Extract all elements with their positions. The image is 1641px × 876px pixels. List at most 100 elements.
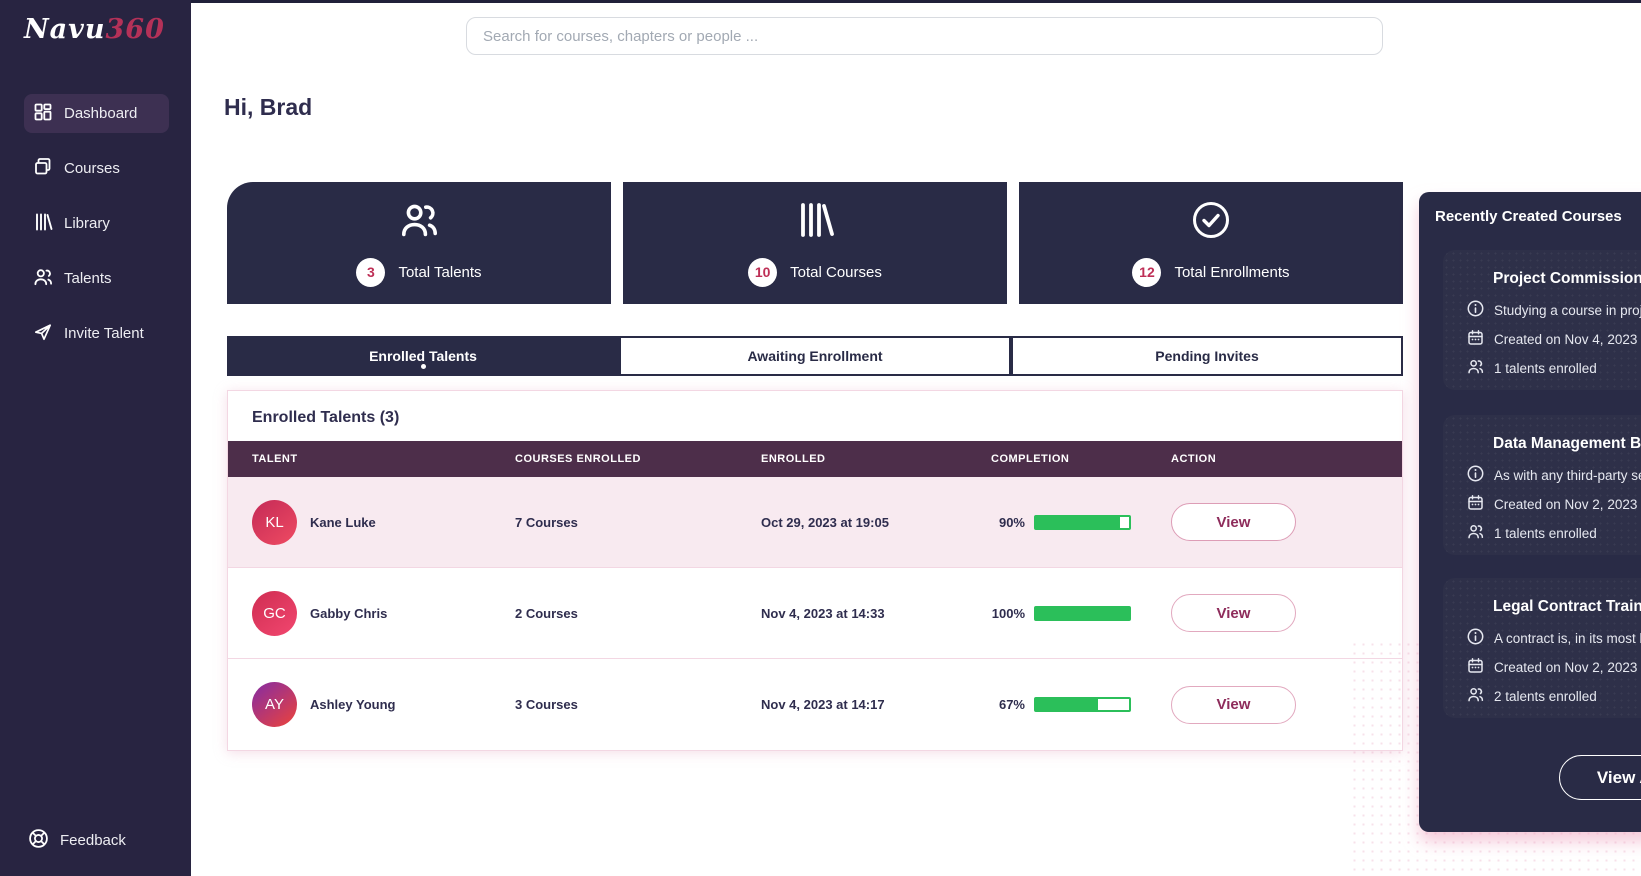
- avatar: AY: [252, 682, 297, 727]
- people-icon: [1467, 686, 1484, 706]
- progress-bar: [1034, 515, 1131, 530]
- feedback-label: Feedback: [60, 832, 126, 849]
- sidebar-item-invite-talent[interactable]: Invite Talent: [24, 314, 169, 353]
- completion-percent: 100%: [991, 606, 1025, 621]
- stat-card-total-talents: 3 Total Talents: [227, 182, 611, 304]
- course-card[interactable]: Project Commissioning Studying a course …: [1443, 250, 1641, 390]
- table-row: AY Ashley Young 3 Courses Nov 4, 2023 at…: [228, 659, 1402, 750]
- sidebar-item-label: Dashboard: [64, 105, 137, 122]
- enrolled-date-cell: Nov 4, 2023 at 14:33: [761, 606, 991, 621]
- enrolled-date-cell: Nov 4, 2023 at 14:17: [761, 697, 991, 712]
- course-title: Legal Contract Training: [1493, 598, 1641, 616]
- stat-value-badge: 10: [748, 258, 777, 287]
- course-card[interactable]: Data Management Best As with any third-p…: [1443, 415, 1641, 555]
- view-button[interactable]: View: [1171, 503, 1296, 541]
- sidebar-item-talents[interactable]: Talents: [24, 259, 169, 298]
- progress-bar: [1034, 697, 1131, 712]
- sidebar-item-library[interactable]: Library: [24, 204, 169, 243]
- info-icon: [1467, 300, 1484, 320]
- paper-plane-icon: [33, 322, 53, 346]
- course-description: As with any third-party ser: [1494, 468, 1641, 483]
- course-created: Created on Nov 2, 2023 at: [1494, 660, 1641, 675]
- column-header-courses-enrolled: COURSES ENROLLED: [515, 453, 761, 465]
- calendar-icon: [1467, 329, 1484, 349]
- column-header-enrolled: ENROLLED: [761, 453, 991, 465]
- course-description: A contract is, in its most ba: [1494, 631, 1641, 646]
- completion-percent: 90%: [991, 515, 1025, 530]
- recently-created-courses-panel: Recently Created Courses Project Commiss…: [1419, 192, 1641, 832]
- course-enrolled-count: 2 talents enrolled: [1494, 689, 1597, 704]
- sidebar-item-feedback[interactable]: Feedback: [28, 828, 126, 853]
- sidebar-item-label: Invite Talent: [64, 325, 144, 342]
- enrolled-date-cell: Oct 29, 2023 at 19:05: [761, 515, 991, 530]
- course-card[interactable]: Legal Contract Training A contract is, i…: [1443, 578, 1641, 718]
- column-header-completion: COMPLETION: [991, 453, 1171, 465]
- talent-tabs: Enrolled Talents Awaiting Enrollment Pen…: [227, 336, 1403, 376]
- avatar: KL: [252, 500, 297, 545]
- course-title: Project Commissioning: [1493, 270, 1641, 288]
- sidebar-item-courses[interactable]: Courses: [24, 149, 169, 188]
- view-button[interactable]: View: [1171, 686, 1296, 724]
- info-icon: [1467, 465, 1484, 485]
- course-created: Created on Nov 2, 2023 at: [1494, 497, 1641, 512]
- stats-row: 3 Total Talents 10 Total Courses 12 Tota…: [227, 182, 1403, 304]
- column-header-talent: TALENT: [252, 453, 515, 465]
- talent-name: Ashley Young: [310, 697, 395, 712]
- panel-title: Recently Created Courses: [1419, 192, 1641, 225]
- search-input[interactable]: [466, 17, 1383, 55]
- course-enrolled-count: 1 talents enrolled: [1494, 526, 1597, 541]
- calendar-icon: [1467, 657, 1484, 677]
- sidebar-item-label: Courses: [64, 160, 120, 177]
- people-icon: [1467, 358, 1484, 378]
- talent-name: Gabby Chris: [310, 606, 387, 621]
- courses-enrolled-cell: 7 Courses: [515, 515, 761, 530]
- courses-enrolled-cell: 2 Courses: [515, 606, 761, 621]
- stat-card-total-courses: 10 Total Courses: [623, 182, 1007, 304]
- completion-percent: 67%: [991, 697, 1025, 712]
- courses-icon: [33, 157, 53, 181]
- sidebar: Navu360 Dashboard Courses Library Talent…: [0, 0, 191, 876]
- progress-bar: [1034, 606, 1131, 621]
- sidebar-nav: Dashboard Courses Library Talents Invite…: [0, 94, 191, 353]
- check-circle-icon: [1191, 200, 1231, 245]
- table-row: GC Gabby Chris 2 Courses Nov 4, 2023 at …: [228, 568, 1402, 659]
- talent-name: Kane Luke: [310, 515, 376, 530]
- enrolled-talents-table: Enrolled Talents (3) TALENT COURSES ENRO…: [227, 390, 1403, 751]
- sidebar-item-label: Talents: [64, 270, 112, 287]
- stat-value-badge: 12: [1132, 258, 1161, 287]
- column-header-action: ACTION: [1171, 453, 1402, 465]
- app-logo: Navu360: [0, 0, 191, 45]
- view-button[interactable]: View: [1171, 594, 1296, 632]
- top-divider: [0, 0, 1641, 3]
- table-row: KL Kane Luke 7 Courses Oct 29, 2023 at 1…: [228, 477, 1402, 568]
- calendar-icon: [1467, 494, 1484, 514]
- tab-enrolled-talents[interactable]: Enrolled Talents: [227, 336, 619, 376]
- sidebar-item-label: Library: [64, 215, 110, 232]
- tab-awaiting-enrollment[interactable]: Awaiting Enrollment: [619, 336, 1011, 376]
- course-description: Studying a course in proje: [1494, 303, 1641, 318]
- library-icon: [33, 212, 53, 236]
- table-title: Enrolled Talents (3): [228, 391, 1402, 441]
- logo-accent: 360: [106, 14, 165, 45]
- info-icon: [1467, 628, 1484, 648]
- people-icon: [33, 267, 53, 291]
- library-icon: [795, 200, 835, 245]
- stat-label: Total Enrollments: [1174, 264, 1289, 281]
- lifebuoy-icon: [28, 828, 49, 853]
- tab-pending-invites[interactable]: Pending Invites: [1011, 336, 1403, 376]
- view-all-button[interactable]: View All: [1559, 755, 1641, 800]
- table-header: TALENT COURSES ENROLLED ENROLLED COMPLET…: [228, 441, 1402, 477]
- stat-value-badge: 3: [356, 258, 385, 287]
- stat-card-total-enrollments: 12 Total Enrollments: [1019, 182, 1403, 304]
- sidebar-item-dashboard[interactable]: Dashboard: [24, 94, 169, 133]
- course-title: Data Management Best: [1493, 435, 1641, 453]
- dashboard-icon: [33, 102, 53, 126]
- avatar: GC: [252, 591, 297, 636]
- courses-enrolled-cell: 3 Courses: [515, 697, 761, 712]
- course-enrolled-count: 1 talents enrolled: [1494, 361, 1597, 376]
- course-created: Created on Nov 4, 2023 at: [1494, 332, 1641, 347]
- people-icon: [1467, 523, 1484, 543]
- page-greeting: Hi, Brad: [224, 94, 312, 121]
- people-icon: [399, 200, 439, 245]
- stat-label: Total Courses: [790, 264, 882, 281]
